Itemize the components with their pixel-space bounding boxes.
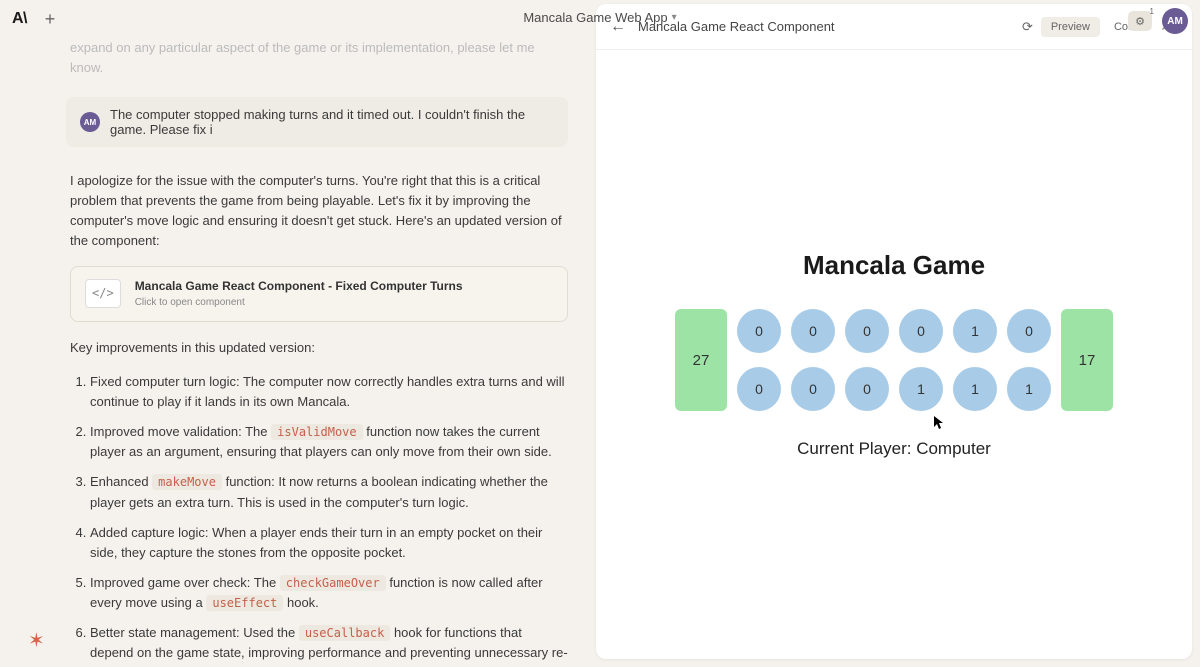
game-title: Mancala Game	[616, 250, 1172, 281]
user-avatar-small: AM	[80, 112, 100, 132]
pit[interactable]: 0	[845, 367, 889, 411]
list-item: Improved move validation: The isValidMov…	[90, 422, 568, 462]
user-message-text: The computer stopped making turns and it…	[110, 107, 554, 137]
pit[interactable]: 0	[737, 367, 781, 411]
assistant-intro: I apologize for the issue with the compu…	[70, 171, 568, 252]
list-item: Better state management: Used the useCal…	[90, 623, 568, 667]
artifact-card-title: Mancala Game React Component - Fixed Com…	[135, 277, 463, 296]
improvements-list: Fixed computer turn logic: The computer …	[70, 372, 568, 667]
refresh-icon[interactable]: ⟳	[1018, 15, 1037, 39]
store-left: 27	[675, 309, 727, 411]
player-row: 000111	[737, 367, 1051, 411]
artifact-panel-title: Mancala Game React Component	[638, 19, 1006, 34]
previous-message-tail: expand on any particular aspect of the g…	[70, 38, 568, 77]
pit: 0	[791, 309, 835, 353]
user-avatar[interactable]: AM	[1162, 8, 1188, 34]
tab-preview[interactable]: Preview	[1041, 17, 1100, 37]
anthropic-logo: A\	[12, 10, 27, 28]
list-item: Enhanced makeMove function: It now retur…	[90, 472, 568, 512]
code-icon: </>	[85, 279, 121, 308]
opponent-row: 000010	[737, 309, 1051, 353]
user-message: AM The computer stopped making turns and…	[66, 97, 568, 147]
list-item: Improved game over check: The checkGameO…	[90, 573, 568, 613]
notification-badge: 1	[1150, 7, 1154, 16]
artifact-card[interactable]: </> Mancala Game React Component - Fixed…	[70, 266, 568, 322]
assistant-message: I apologize for the issue with the compu…	[70, 171, 568, 667]
pit: 0	[737, 309, 781, 353]
key-improvements-heading: Key improvements in this updated version…	[70, 338, 568, 358]
list-item: Fixed computer turn logic: The computer …	[90, 372, 568, 412]
pit[interactable]: 1	[953, 367, 997, 411]
conversation-title[interactable]: Mancala Game Web App ▾	[523, 10, 676, 25]
current-player-label: Current Player: Computer	[616, 439, 1172, 459]
pit: 0	[899, 309, 943, 353]
spark-icon: ✶	[28, 628, 45, 653]
sliders-icon: ⚙	[1135, 15, 1145, 28]
pit: 0	[845, 309, 889, 353]
pit[interactable]: 1	[1007, 367, 1051, 411]
mancala-game: Mancala Game 27 000010 000111 17 Current…	[616, 250, 1172, 459]
pit: 0	[1007, 309, 1051, 353]
game-board: 27 000010 000111 17	[616, 309, 1172, 411]
pit: 1	[953, 309, 997, 353]
pit[interactable]: 0	[791, 367, 835, 411]
artifact-panel: ← Mancala Game React Component ⟳ Preview…	[596, 4, 1192, 659]
chevron-down-icon: ▾	[672, 12, 677, 23]
new-chat-button[interactable]: +	[39, 8, 61, 30]
artifact-card-sub: Click to open component	[135, 295, 463, 311]
pit[interactable]: 1	[899, 367, 943, 411]
store-right: 17	[1061, 309, 1113, 411]
list-item: Added capture logic: When a player ends …	[90, 523, 568, 563]
settings-toggle[interactable]: ⚙ 1	[1128, 11, 1152, 31]
